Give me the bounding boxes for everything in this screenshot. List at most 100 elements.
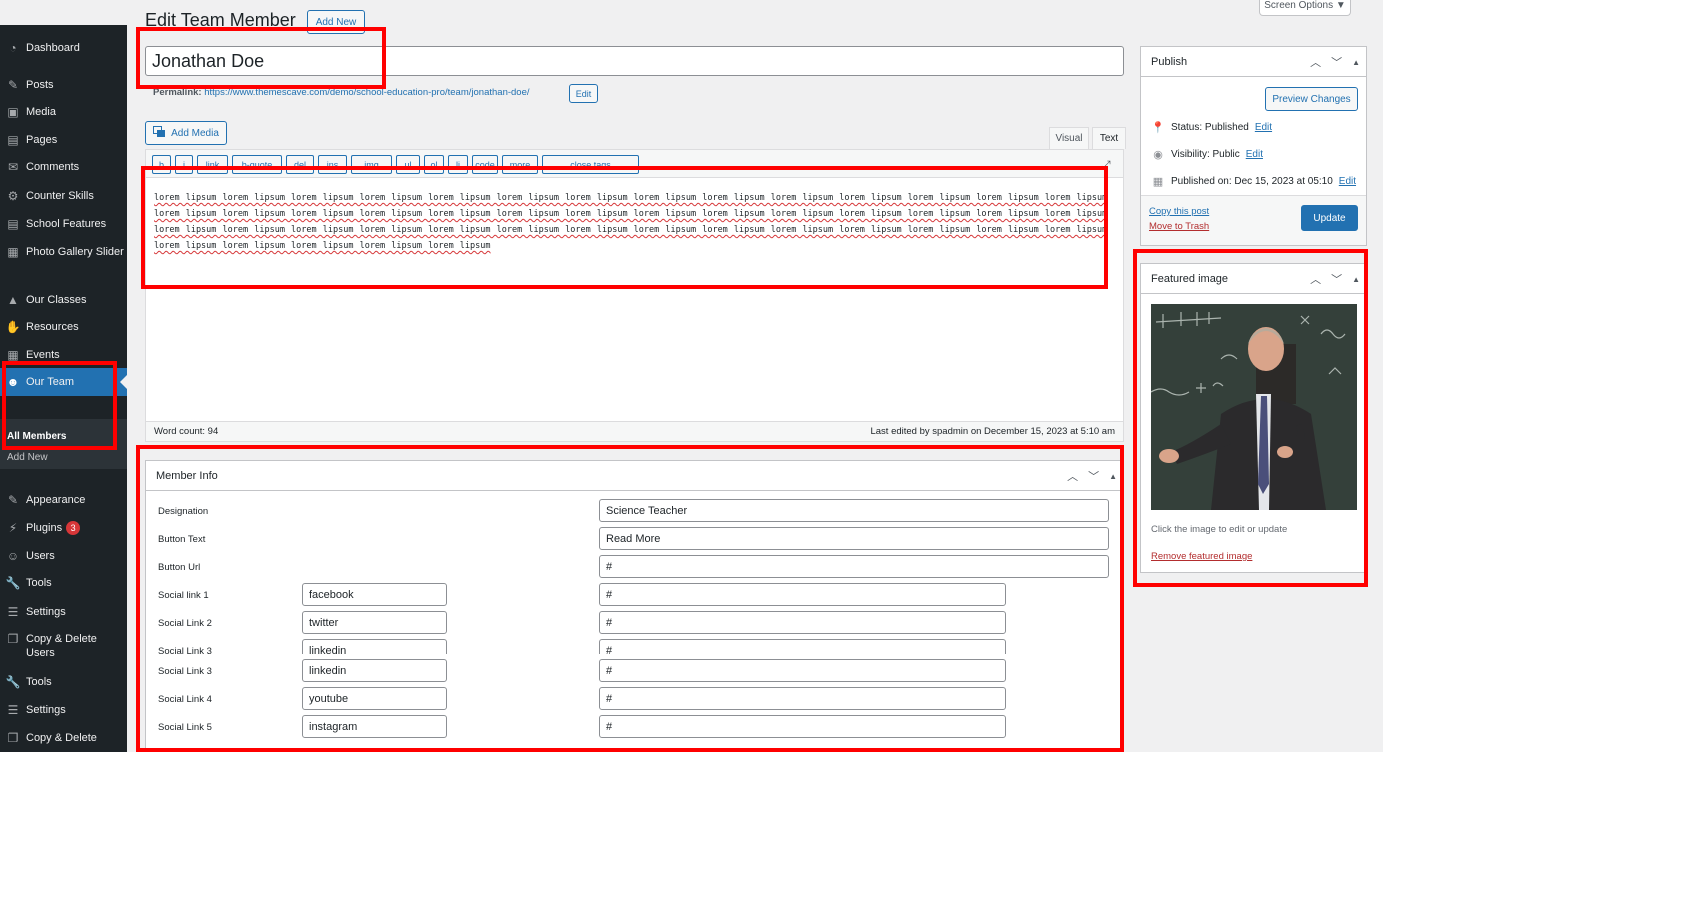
chevron-down-icon[interactable]: ﹀ (1088, 468, 1099, 484)
quicktag-button[interactable]: b (152, 155, 171, 174)
sidebar-item-events[interactable]: ▦ Events (0, 348, 127, 362)
sidebar-item-our-team[interactable]: ☻ Our Team (0, 368, 127, 396)
sidebar-item-posts[interactable]: ✎ Posts (0, 78, 127, 92)
quicktag-button[interactable]: ol (424, 155, 444, 174)
sidebar-item-label: Tools (26, 577, 52, 589)
permalink-link[interactable]: https://www.themescave.com/demo/school-e… (204, 87, 529, 98)
social-label: Social Link 4 (158, 694, 212, 705)
quicktag-button[interactable]: li (448, 155, 468, 174)
fullscreen-icon[interactable]: ⤢ (1101, 158, 1111, 173)
sidebar-item-appearance[interactable]: ✎ Appearance (0, 493, 127, 507)
sidebar-item-copy-delete[interactable]: ❐ Copy & Delete (0, 731, 127, 745)
toggle-panel-icon[interactable]: ▲ (1109, 472, 1117, 481)
social-name-input[interactable] (302, 583, 447, 606)
member-info-header[interactable]: Member Info ︿ ﹀ ▲ (146, 461, 1123, 491)
calendar-icon: ▦ (1152, 176, 1164, 188)
social-name-input[interactable] (302, 611, 447, 634)
sidebar-item-label: Settings (26, 704, 66, 716)
status-text: Status: Published (1171, 122, 1249, 133)
social-url-input[interactable] (599, 715, 1006, 738)
chevron-up-icon[interactable]: ︿ (1067, 468, 1078, 484)
sidebar-item-label: Our Classes (26, 294, 87, 306)
quicktag-button[interactable]: code (472, 155, 498, 174)
sidebar-item-our-classes[interactable]: ▲ Our Classes (0, 293, 127, 307)
update-button[interactable]: Update (1301, 205, 1358, 231)
status-row: 📍 Status: Published Edit (1151, 121, 1272, 134)
hand-icon: ✋ (5, 320, 21, 334)
quicktag-button[interactable]: ins (318, 155, 347, 174)
sidebar-item-settings[interactable]: ☰ Settings (0, 605, 127, 619)
published-on-edit-link[interactable]: Edit (1339, 176, 1356, 187)
quicktag-button[interactable]: more (502, 155, 538, 174)
sidebar-item-dashboard[interactable]: ◔ Dashboard (0, 41, 127, 55)
designation-input[interactable] (599, 499, 1109, 522)
sidebar-item-tools[interactable]: 🔧 Tools (0, 675, 127, 689)
published-on-text: Published on: Dec 15, 2023 at 05:10 (1171, 176, 1333, 187)
move-to-trash-link[interactable]: Move to Trash (1149, 221, 1209, 232)
social-name-input[interactable] (302, 659, 447, 682)
tab-text[interactable]: Text (1092, 127, 1126, 149)
preview-changes-button[interactable]: Preview Changes (1265, 87, 1358, 111)
sidebar-item-copy-delete-users[interactable]: ❐ Copy & Delete Users (0, 632, 127, 660)
sidebar-item-plugins[interactable]: ⚡ Plugins 3 (0, 521, 127, 535)
content-textarea[interactable]: lorem lipsum lorem lipsum lorem lipsum l… (154, 190, 1114, 254)
major-publishing-actions: Copy this post Move to Trash Update (1141, 195, 1366, 245)
social-name-input[interactable] (302, 639, 447, 654)
screen-options-button[interactable]: Screen Options ▼ (1259, 0, 1351, 16)
chevron-down-icon[interactable]: ﹀ (1331, 271, 1342, 287)
submenu-all-members[interactable]: All Members (7, 431, 66, 442)
add-media-button[interactable]: Add Media (145, 121, 227, 145)
button-url-input[interactable] (599, 555, 1109, 578)
sidebar-item-comments[interactable]: ✉ Comments (0, 160, 127, 174)
social-label: Social link 1 (158, 590, 209, 601)
submenu-add-new[interactable]: Add New (7, 452, 48, 463)
sidebar-item-counter-skills[interactable]: ⚙ Counter Skills (0, 189, 127, 203)
published-on-row: ▦ Published on: Dec 15, 2023 at 05:10 Ed… (1151, 175, 1356, 188)
quicktag-button[interactable]: del (286, 155, 314, 174)
post-title-input[interactable] (145, 46, 1124, 76)
tab-visual[interactable]: Visual (1049, 127, 1089, 149)
chevron-up-icon[interactable]: ︿ (1310, 271, 1321, 287)
social-url-input[interactable] (599, 611, 1006, 634)
copy-post-link[interactable]: Copy this post (1149, 206, 1209, 217)
social-url-input[interactable] (599, 583, 1006, 606)
sidebar-item-users[interactable]: ☺ Users (0, 549, 127, 563)
publish-header[interactable]: Publish ︿ ﹀ ▲ (1141, 47, 1366, 77)
featured-image-header[interactable]: Featured image ︿ ﹀ ▲ (1141, 264, 1366, 294)
social-url-input[interactable] (599, 639, 1006, 654)
toggle-panel-icon[interactable]: ▲ (1352, 58, 1360, 67)
featured-image-thumbnail[interactable] (1151, 304, 1357, 510)
featured-image-title: Featured image (1151, 272, 1229, 285)
toggle-panel-icon[interactable]: ▲ (1352, 275, 1360, 284)
comment-icon: ✉ (7, 160, 19, 174)
chevron-down-icon[interactable]: ﹀ (1331, 54, 1342, 70)
button-text-input[interactable] (599, 527, 1109, 550)
status-edit-link[interactable]: Edit (1255, 122, 1272, 133)
quicktag-button[interactable]: link (197, 155, 228, 174)
sidebar-item-school-features[interactable]: ▤ School Features (0, 217, 127, 231)
visibility-edit-link[interactable]: Edit (1246, 149, 1263, 160)
sidebar-item-resources[interactable]: ✋ Resources (0, 320, 127, 334)
add-new-button[interactable]: Add New (307, 10, 365, 34)
sidebar-item-media[interactable]: ▣ Media (0, 105, 127, 119)
sidebar-item-label: Posts (26, 79, 54, 91)
social-name-input[interactable] (302, 687, 447, 710)
quicktag-button[interactable]: close tags (542, 155, 639, 174)
social-url-input[interactable] (599, 659, 1006, 682)
permalink-edit-button[interactable]: Edit (569, 84, 598, 103)
quicktag-button[interactable]: img (351, 155, 392, 174)
remove-featured-image-link[interactable]: Remove featured image (1151, 551, 1252, 562)
quicktag-button[interactable]: i (175, 155, 193, 174)
social-name-input[interactable] (302, 715, 447, 738)
social-label: Social Link 3 (158, 646, 212, 654)
sidebar-item-settings[interactable]: ☰ Settings (0, 703, 127, 717)
sidebar-item-photo-gallery-slider[interactable]: ▦ Photo Gallery Slider (0, 245, 127, 259)
quicktag-button[interactable]: b-quote (232, 155, 282, 174)
sidebar-item-label: Tools (26, 676, 52, 688)
quicktag-button[interactable]: ul (396, 155, 420, 174)
sidebar-item-pages[interactable]: ▤ Pages (0, 133, 127, 147)
sidebar-item-label: School Features (26, 218, 107, 230)
social-url-input[interactable] (599, 687, 1006, 710)
chevron-up-icon[interactable]: ︿ (1310, 54, 1321, 70)
sidebar-item-tools[interactable]: 🔧 Tools (0, 576, 127, 590)
